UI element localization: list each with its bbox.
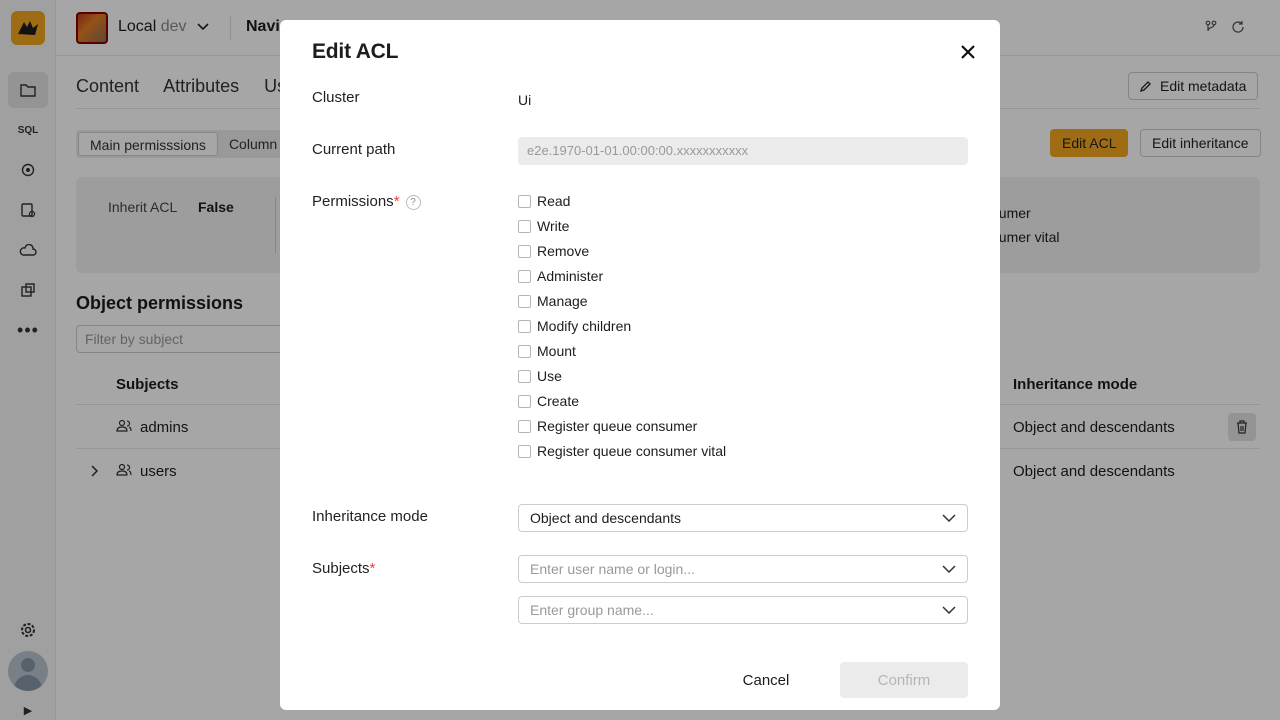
permission-label: Register queue consumer bbox=[537, 418, 698, 434]
chevron-down-icon bbox=[942, 565, 956, 573]
permission-checkbox-use[interactable]: Use bbox=[518, 366, 562, 386]
user-select[interactable]: Enter user name or login... bbox=[518, 555, 968, 583]
permissions-label: Permissions*? bbox=[312, 193, 421, 210]
current-path-field: e2e.1970-01-01.00:00:00.xxxxxxxxxxx bbox=[518, 137, 968, 165]
permission-checkbox-register-queue-consumer-vital[interactable]: Register queue consumer vital bbox=[518, 441, 726, 461]
subjects-label-text: Subjects bbox=[312, 560, 370, 577]
permission-label: Create bbox=[537, 393, 580, 409]
app-root: SQL ••• ▶ Local dev Navi Content Attribu… bbox=[0, 0, 1280, 720]
checkbox-box[interactable] bbox=[518, 394, 531, 408]
help-icon[interactable]: ? bbox=[405, 195, 421, 210]
permission-checkbox-write[interactable]: Write bbox=[518, 216, 569, 236]
group-select-placeholder: Enter group name... bbox=[530, 602, 654, 618]
required-mark: * bbox=[393, 193, 400, 210]
permission-checkbox-read[interactable]: Read bbox=[518, 191, 570, 211]
permission-checkbox-remove[interactable]: Remove bbox=[518, 241, 589, 261]
cluster-label: Cluster bbox=[312, 89, 360, 106]
chevron-down-icon bbox=[942, 514, 956, 522]
subjects-label: Subjects* bbox=[312, 560, 375, 577]
chevron-down-icon bbox=[942, 606, 956, 614]
permission-checkbox-manage[interactable]: Manage bbox=[518, 291, 588, 311]
dialog-title: Edit ACL bbox=[312, 40, 399, 63]
confirm-button[interactable]: Confirm bbox=[840, 662, 968, 698]
permission-checkbox-create[interactable]: Create bbox=[518, 391, 579, 411]
permission-label: Manage bbox=[537, 293, 588, 309]
permission-checkbox-mount[interactable]: Mount bbox=[518, 341, 576, 361]
checkbox-box[interactable] bbox=[518, 419, 531, 433]
checkbox-box[interactable] bbox=[518, 369, 531, 383]
permission-label: Mount bbox=[537, 343, 576, 359]
inheritance-mode-label: Inheritance mode bbox=[312, 508, 428, 525]
current-path-label: Current path bbox=[312, 141, 396, 158]
permission-label: Modify children bbox=[537, 318, 632, 334]
group-select[interactable]: Enter group name... bbox=[518, 596, 968, 624]
permissions-label-text: Permissions bbox=[312, 193, 394, 210]
checkbox-box[interactable] bbox=[518, 219, 531, 233]
permission-label: Write bbox=[537, 218, 570, 234]
required-mark: * bbox=[369, 560, 376, 577]
permission-checkbox-modify-children[interactable]: Modify children bbox=[518, 316, 631, 336]
permission-label: Administer bbox=[537, 268, 604, 284]
checkbox-box[interactable] bbox=[518, 319, 531, 333]
close-icon[interactable] bbox=[956, 40, 980, 64]
checkbox-box[interactable] bbox=[518, 344, 531, 358]
checkbox-box[interactable] bbox=[518, 244, 531, 258]
permission-label: Remove bbox=[537, 243, 590, 259]
user-select-placeholder: Enter user name or login... bbox=[530, 561, 695, 577]
permission-label: Register queue consumer vital bbox=[537, 443, 727, 459]
cluster-value: Ui bbox=[518, 92, 532, 108]
permission-checkbox-register-queue-consumer[interactable]: Register queue consumer bbox=[518, 416, 697, 436]
checkbox-box[interactable] bbox=[518, 194, 531, 208]
checkbox-box[interactable] bbox=[518, 444, 531, 458]
checkbox-box[interactable] bbox=[518, 294, 531, 308]
edit-acl-dialog: Edit ACL Cluster Ui Current path e2e.197… bbox=[280, 20, 1000, 710]
cancel-button[interactable]: Cancel bbox=[732, 662, 800, 698]
inheritance-mode-value: Object and descendants bbox=[530, 510, 681, 526]
permission-checkbox-administer[interactable]: Administer bbox=[518, 266, 603, 286]
permission-label: Read bbox=[537, 193, 571, 209]
checkbox-box[interactable] bbox=[518, 269, 531, 283]
permission-label: Use bbox=[537, 368, 562, 384]
inheritance-mode-select[interactable]: Object and descendants bbox=[518, 504, 968, 532]
